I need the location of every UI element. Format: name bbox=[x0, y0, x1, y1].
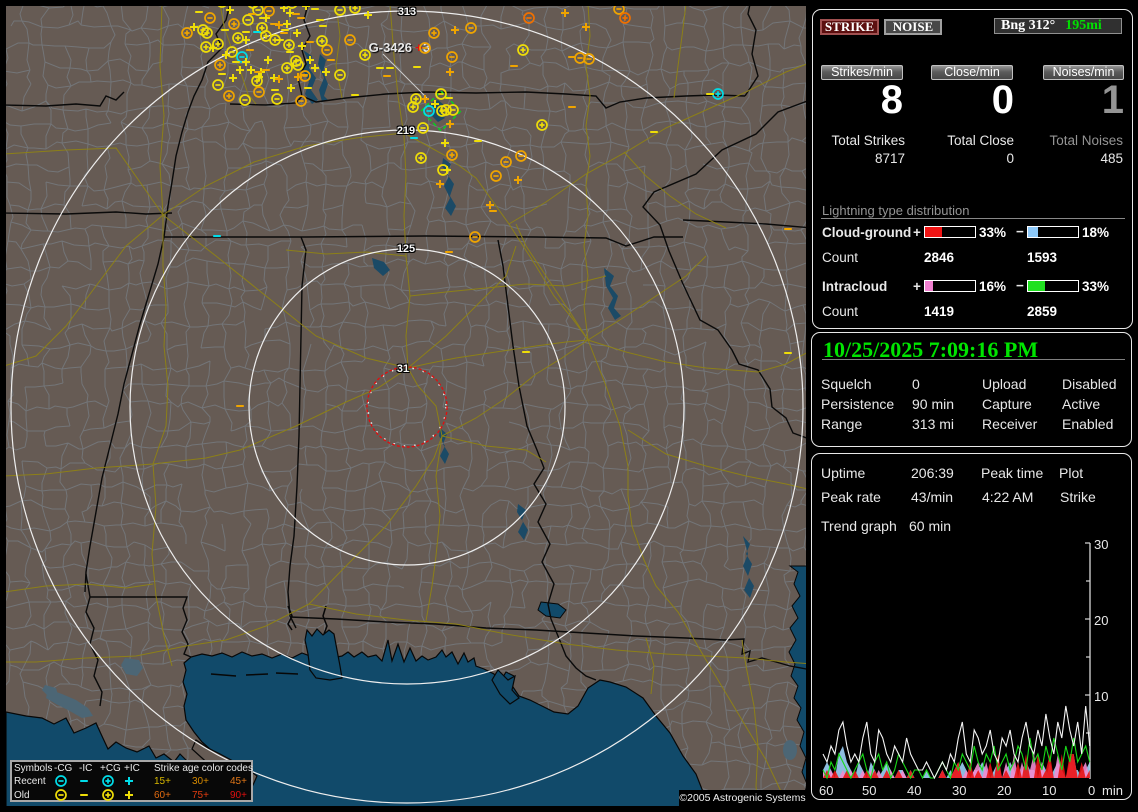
svg-text:30: 30 bbox=[1094, 537, 1108, 552]
svg-text:40: 40 bbox=[907, 783, 921, 798]
svg-text:10: 10 bbox=[1042, 783, 1056, 798]
svg-text:60: 60 bbox=[819, 783, 833, 798]
svg-text:50: 50 bbox=[862, 783, 876, 798]
svg-text:125: 125 bbox=[397, 243, 415, 255]
svg-text:31: 31 bbox=[397, 363, 409, 375]
svg-text:0: 0 bbox=[1088, 783, 1095, 798]
svg-text:10: 10 bbox=[1094, 689, 1108, 704]
svg-text:20: 20 bbox=[997, 783, 1011, 798]
svg-text:min: min bbox=[1102, 783, 1123, 798]
svg-text:20: 20 bbox=[1094, 613, 1108, 628]
svg-text:G-3426: G-3426 bbox=[369, 40, 412, 55]
svg-text:313: 313 bbox=[398, 6, 416, 18]
svg-text:219: 219 bbox=[397, 125, 415, 137]
svg-text:30: 30 bbox=[952, 783, 966, 798]
